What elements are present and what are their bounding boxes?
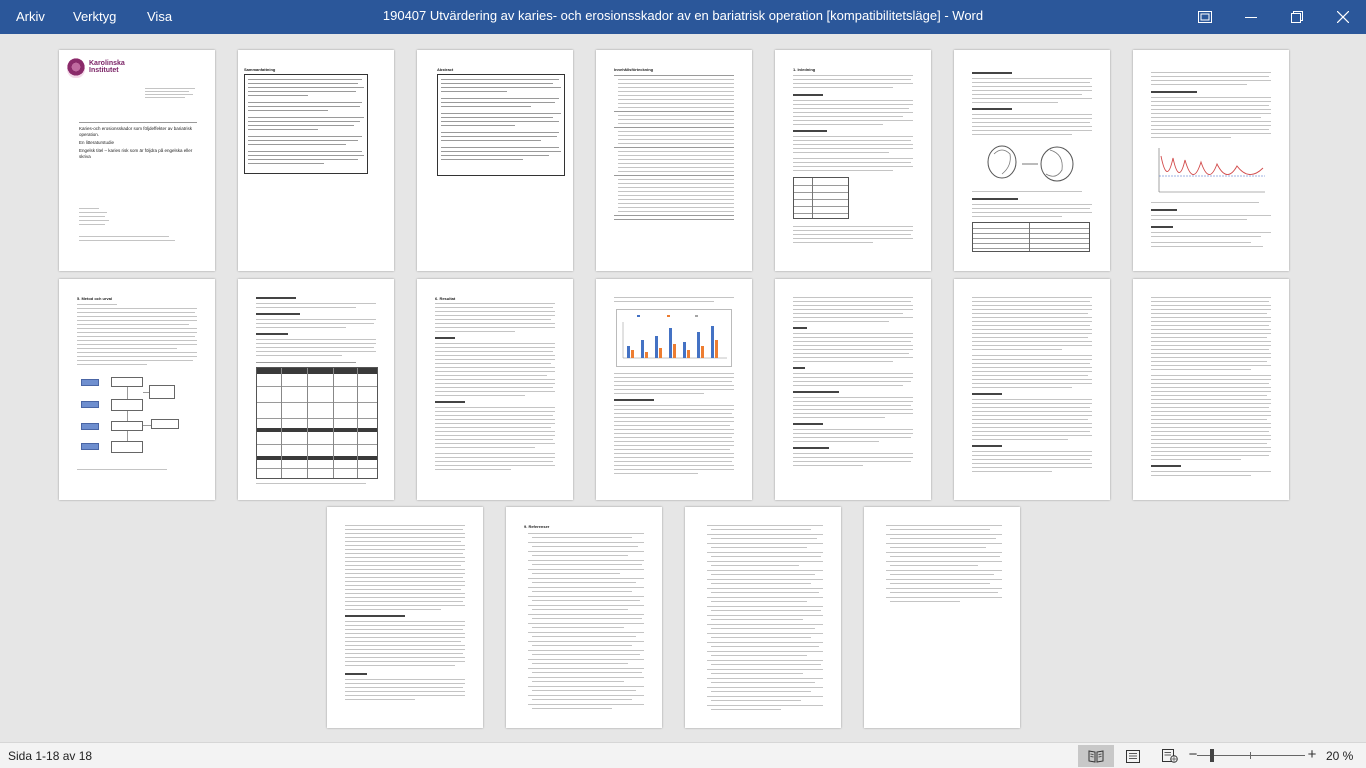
document-page-5[interactable]: 1. Inledning bbox=[775, 50, 931, 271]
read-mode-icon bbox=[1088, 749, 1104, 763]
close-icon bbox=[1337, 11, 1349, 23]
document-page-9[interactable] bbox=[238, 279, 394, 500]
methods-heading: 5. Metod och urval bbox=[77, 296, 113, 301]
title-bar: Arkiv Verktyg Visa 190407 Utvärdering av… bbox=[0, 0, 1366, 34]
menu-verktyg[interactable]: Verktyg bbox=[73, 0, 116, 34]
zoom-slider-thumb[interactable] bbox=[1210, 749, 1214, 762]
restore-button[interactable] bbox=[1274, 0, 1320, 34]
toc-heading: Innehållsförteckning bbox=[614, 67, 654, 72]
ph-curve-chart bbox=[1158, 148, 1265, 193]
minimize-button[interactable] bbox=[1228, 0, 1274, 34]
ribbon-display-icon bbox=[1198, 11, 1212, 23]
page-count-status[interactable]: Sida 1-18 av 18 bbox=[8, 743, 92, 768]
document-page-18[interactable] bbox=[864, 507, 1020, 728]
ribbon-display-button[interactable] bbox=[1182, 0, 1228, 34]
references-heading: 9. Referenser bbox=[524, 524, 550, 529]
results-heading: 6. Resultat bbox=[435, 296, 456, 301]
cover-subtitle: En litteraturstudie bbox=[79, 140, 115, 145]
document-page-17[interactable] bbox=[685, 507, 841, 728]
document-page-3[interactable]: Abstract bbox=[417, 50, 573, 271]
anatomy-illustration bbox=[972, 140, 1092, 188]
cover-english-title: Engelsk titel – karies risk som är följd… bbox=[79, 148, 193, 159]
restore-icon bbox=[1291, 11, 1303, 23]
print-layout-icon bbox=[1126, 749, 1140, 763]
menu-visa[interactable]: Visa bbox=[147, 0, 172, 34]
document-page-1[interactable]: Karolinska Institutet Karies-och erosion… bbox=[59, 50, 215, 271]
intro-heading: 1. Inledning bbox=[793, 67, 816, 72]
zoom-in-button[interactable]: + bbox=[1305, 743, 1319, 768]
abstract-en-heading: Abstract bbox=[437, 67, 454, 72]
window-title: 190407 Utvärdering av karies- och erosio… bbox=[382, 8, 984, 23]
document-page-16[interactable]: 9. Referenser bbox=[506, 507, 662, 728]
document-page-12[interactable] bbox=[775, 279, 931, 500]
print-layout-button[interactable] bbox=[1115, 745, 1151, 767]
web-layout-button[interactable] bbox=[1152, 745, 1188, 767]
zoom-percentage[interactable]: 20 % bbox=[1326, 743, 1353, 768]
document-page-10[interactable]: 6. Resultat bbox=[417, 279, 573, 500]
document-page-8[interactable]: 5. Metod och urval bbox=[59, 279, 215, 500]
document-page-2[interactable]: Sammanfattning bbox=[238, 50, 394, 271]
minimize-icon bbox=[1245, 17, 1257, 18]
status-bar: Sida 1-18 av 18 − + 20 % bbox=[0, 742, 1366, 768]
results-bar-chart bbox=[616, 309, 732, 367]
abstract-sv-heading: Sammanfattning bbox=[244, 67, 276, 72]
document-page-11[interactable] bbox=[596, 279, 752, 500]
web-layout-icon bbox=[1162, 749, 1178, 763]
document-workspace[interactable]: Karolinska Institutet Karies-och erosion… bbox=[0, 34, 1366, 742]
menu-arkiv[interactable]: Arkiv bbox=[16, 0, 45, 34]
document-page-6[interactable] bbox=[954, 50, 1110, 271]
document-page-4[interactable]: Innehållsförteckning bbox=[596, 50, 752, 271]
document-page-7[interactable] bbox=[1133, 50, 1289, 271]
cover-title: Karies-och erosionsskador som följdeffek… bbox=[79, 126, 192, 137]
read-mode-button[interactable] bbox=[1078, 745, 1114, 767]
karolinska-logo-icon bbox=[67, 58, 85, 78]
close-button[interactable] bbox=[1320, 0, 1366, 34]
document-page-15[interactable] bbox=[327, 507, 483, 728]
document-page-13[interactable] bbox=[954, 279, 1110, 500]
logo-text: Karolinska Institutet bbox=[89, 60, 125, 75]
zoom-slider-center-mark bbox=[1250, 752, 1251, 759]
document-page-14[interactable] bbox=[1133, 279, 1289, 500]
